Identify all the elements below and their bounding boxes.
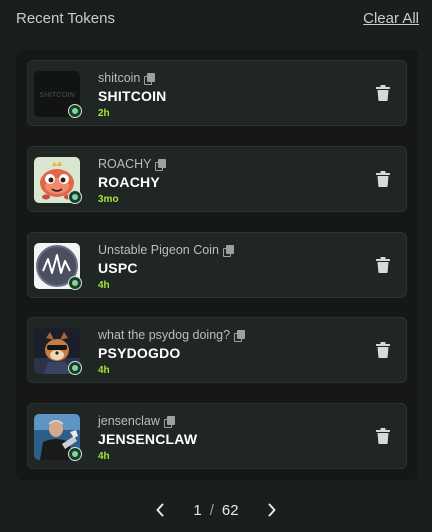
token-symbol: JENSENCLAW bbox=[98, 431, 198, 447]
token-name-row: what the psydog doing? bbox=[98, 328, 246, 342]
trash-icon[interactable] bbox=[376, 85, 390, 101]
platform-badge-icon bbox=[68, 190, 82, 204]
trash-icon[interactable] bbox=[376, 257, 390, 273]
token-name: Unstable Pigeon Coin bbox=[98, 243, 219, 257]
platform-badge-icon bbox=[68, 104, 82, 118]
header: Recent Tokens Clear All bbox=[0, 0, 432, 38]
total-pages: 62 bbox=[221, 501, 239, 519]
token-card[interactable]: SHITCOIN shitcoin SHITCOIN 2h bbox=[27, 60, 407, 126]
token-age: 2h bbox=[98, 108, 110, 119]
copy-icon[interactable] bbox=[155, 159, 167, 171]
token-name-row: shitcoin bbox=[98, 71, 156, 85]
token-card[interactable]: ROACHY ROACHY 3mo bbox=[27, 146, 407, 212]
token-symbol: USPC bbox=[98, 260, 138, 276]
token-symbol: SHITCOIN bbox=[98, 88, 167, 104]
token-age: 3mo bbox=[98, 194, 119, 205]
next-page-button[interactable] bbox=[261, 499, 283, 521]
copy-icon[interactable] bbox=[144, 73, 156, 85]
token-symbol: ROACHY bbox=[98, 174, 160, 190]
chevron-right-icon bbox=[268, 503, 276, 517]
token-name-row: jensenclaw bbox=[98, 414, 175, 428]
copy-icon[interactable] bbox=[163, 416, 175, 428]
token-age: 4h bbox=[98, 451, 110, 462]
trash-icon[interactable] bbox=[376, 342, 390, 358]
token-name: shitcoin bbox=[98, 71, 141, 85]
token-symbol: PSYDOGDO bbox=[98, 345, 181, 361]
platform-badge-icon bbox=[68, 361, 82, 375]
trash-icon[interactable] bbox=[376, 171, 390, 187]
prev-page-button[interactable] bbox=[149, 499, 171, 521]
token-name-row: ROACHY bbox=[98, 157, 167, 171]
page-title: Recent Tokens bbox=[16, 10, 115, 27]
token-age: 4h bbox=[98, 365, 110, 376]
token-card[interactable]: jensenclaw JENSENCLAW 4h bbox=[27, 403, 407, 469]
token-card[interactable]: Unstable Pigeon Coin USPC 4h bbox=[27, 232, 407, 298]
token-age: 4h bbox=[98, 280, 110, 291]
token-name-row: Unstable Pigeon Coin bbox=[98, 243, 234, 257]
platform-badge-icon bbox=[68, 276, 82, 290]
token-image-logo-text: SHITCOIN bbox=[39, 90, 75, 99]
platform-badge-icon bbox=[68, 447, 82, 461]
token-name: what the psydog doing? bbox=[98, 328, 231, 342]
current-page: 1 bbox=[193, 501, 202, 519]
trash-icon[interactable] bbox=[376, 428, 390, 444]
token-name: jensenclaw bbox=[98, 414, 160, 428]
token-card[interactable]: what the psydog doing? PSYDOGDO 4h bbox=[27, 317, 407, 383]
clear-all-button[interactable]: Clear All bbox=[363, 10, 419, 27]
copy-icon[interactable] bbox=[222, 245, 234, 257]
page-separator: / bbox=[209, 501, 214, 519]
chevron-left-icon bbox=[156, 503, 164, 517]
page-indicator: 1 / 62 bbox=[193, 502, 238, 519]
pagination: 1 / 62 bbox=[0, 499, 432, 521]
token-name: ROACHY bbox=[98, 157, 152, 171]
copy-icon[interactable] bbox=[234, 330, 246, 342]
